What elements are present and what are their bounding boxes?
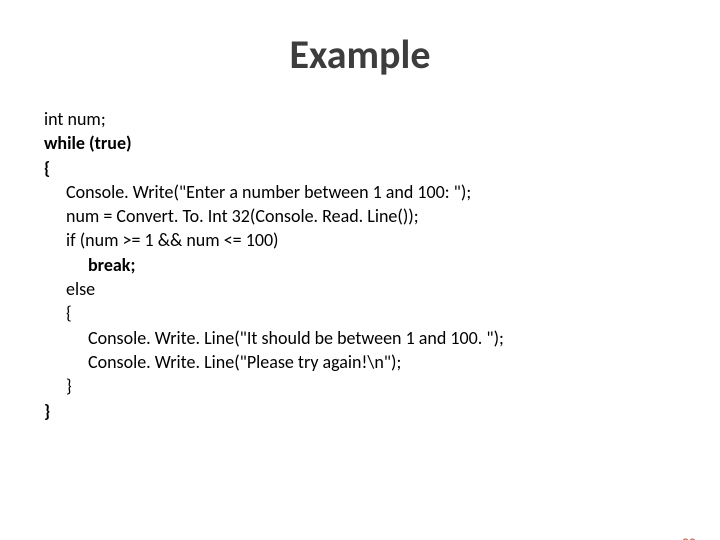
code-line: break;	[44, 253, 676, 277]
code-line: if (num >= 1 && num <= 100)	[44, 228, 676, 252]
slide-title: Example	[0, 30, 720, 79]
slide: Example int num; while (true) { Console.…	[0, 30, 720, 540]
code-line: {	[44, 301, 676, 325]
code-line: Console. Write("Enter a number between 1…	[44, 180, 676, 204]
code-line: int num;	[44, 107, 676, 131]
code-line: Console. Write. Line("It should be betwe…	[44, 326, 676, 350]
code-line: else	[44, 277, 676, 301]
code-line: {	[44, 156, 676, 180]
code-line: }	[44, 399, 676, 423]
code-line: Console. Write. Line("Please try again!\…	[44, 350, 676, 374]
code-line: }	[44, 374, 676, 398]
code-line: num = Convert. To. Int 32(Console. Read.…	[44, 204, 676, 228]
page-number: 30	[682, 535, 696, 540]
code-block: int num; while (true) { Console. Write("…	[44, 107, 676, 423]
code-line: while (true)	[44, 131, 676, 155]
